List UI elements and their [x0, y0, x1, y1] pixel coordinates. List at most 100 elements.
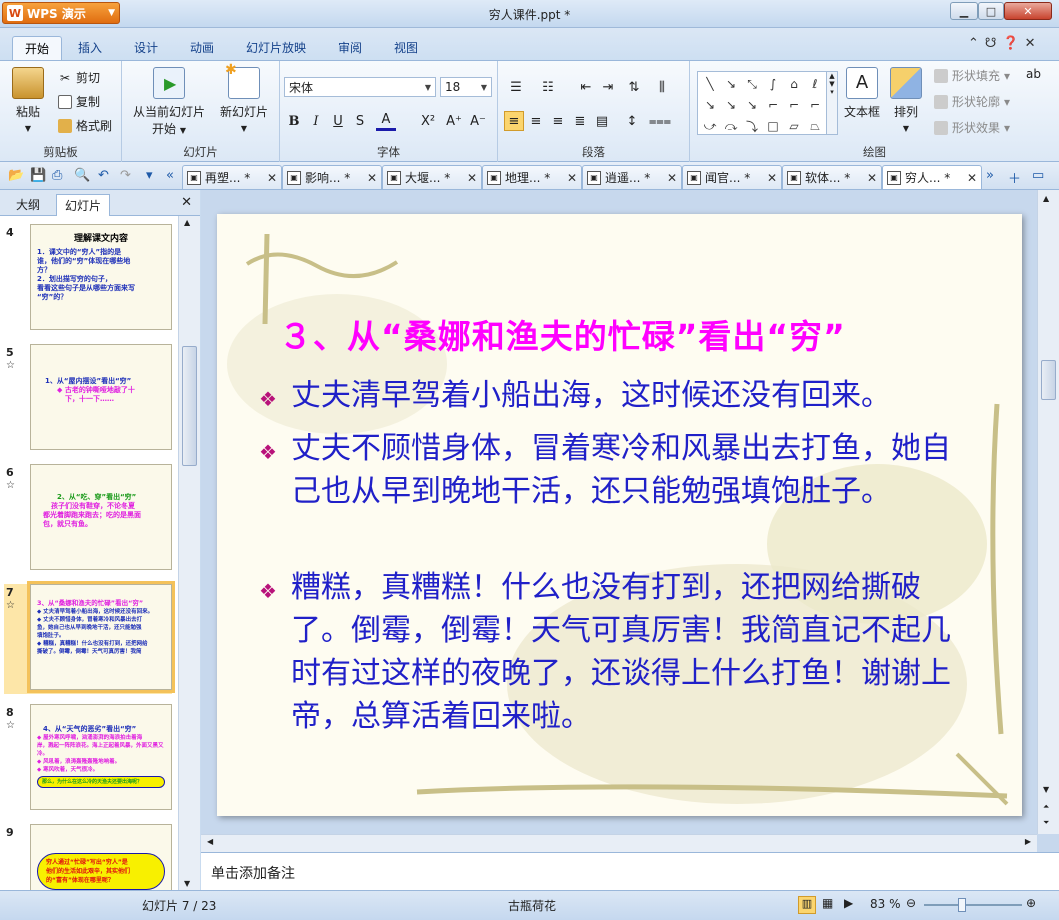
redo-icon[interactable]: ↷ [120, 168, 131, 183]
parallelogram-shape-icon[interactable]: ▱ [784, 116, 804, 136]
close-tab-icon[interactable]: ✕ [267, 171, 277, 185]
new-tab-icon[interactable]: ＋ [1008, 168, 1021, 187]
shrink-font-icon[interactable]: A⁻ [468, 111, 488, 131]
customize-toolbar-icon[interactable]: ▾ [146, 168, 153, 183]
scroll-left-icon[interactable]: ◀ [207, 837, 213, 846]
superscript-icon[interactable]: X² [418, 111, 438, 131]
shapes-gallery-scroll[interactable]: ▲ ▼ ▾ [826, 71, 838, 135]
vertical-scroll-thumb[interactable] [1041, 360, 1056, 400]
elbow-connector-icon[interactable]: ↘ [700, 95, 720, 115]
scroll-down-icon[interactable]: ▼ [184, 879, 190, 888]
close-tab-icon[interactable]: ✕ [367, 171, 377, 185]
slide-thumbnail[interactable]: 6 ☆ 2、从“吃、穿”看出“穷” 孩子们没有鞋穿，不论冬夏 都光着脚跑来跑去；吃… [4, 464, 172, 574]
open-folder-icon[interactable]: 📂 [8, 168, 24, 183]
wps-menu-button[interactable]: W WPS 演示 ▼ [2, 2, 120, 24]
grow-font-icon[interactable]: A⁺ [444, 111, 464, 131]
doc-tab[interactable]: ▣ 逍遥... * ✕ [582, 165, 682, 189]
next-slide-icon[interactable]: ⏷ [1043, 818, 1049, 828]
tab-list-icon[interactable]: ▭ [1032, 168, 1044, 183]
zoom-slider-handle[interactable] [958, 898, 966, 912]
bold-button[interactable]: B [284, 111, 304, 131]
curved-arrow-icon[interactable]: ⤼ [721, 116, 741, 136]
cut-button[interactable]: ✂ 剪切 [58, 69, 100, 86]
close-tab-icon[interactable]: ✕ [567, 171, 577, 185]
slide-thumbnail[interactable]: 4 理解课文内容 1．课文中的“穷人”指的是 谁，他们的“穷”体现在哪些地 方？… [4, 224, 172, 334]
thumbnail-scroll-thumb[interactable] [182, 346, 197, 466]
wordart-icon[interactable]: ab [1026, 67, 1041, 81]
previous-slide-icon[interactable]: ⏶ [1043, 802, 1049, 812]
font-color-icon[interactable]: A [376, 111, 396, 131]
doc-tab-active[interactable]: ▣ 穷人... * ✕ [882, 165, 982, 189]
doc-tab[interactable]: ▣ 大堰... * ✕ [382, 165, 482, 189]
slide-thumbnail-selected[interactable]: 7 ☆ 3、从“桑娜和渔夫的忙碌”看出“穷” ◆ 丈夫清早驾着小船出海，这时候还没… [4, 581, 175, 694]
close-pane-icon[interactable]: ✕ [181, 195, 192, 210]
tab-review[interactable]: 审阅 [326, 36, 374, 60]
close-tab-icon[interactable]: ✕ [467, 171, 477, 185]
shadow-button[interactable]: S [350, 111, 370, 131]
slide-thumbnail[interactable]: 9 穷人通过“忙碌”写出“穷人”是 他们的生活如此艰辛，其实他们 的“富有”体现… [4, 824, 172, 890]
tab-home[interactable]: 开始 [12, 36, 63, 60]
arrange-button[interactable]: 排列 ▼ [886, 67, 926, 134]
rectangle-shape-icon[interactable]: □ [763, 116, 783, 136]
minimize-button[interactable]: ▁ [950, 2, 978, 20]
print-icon[interactable]: ⎙ [52, 168, 62, 183]
font-name-select[interactable]: 宋体 ▼ [284, 77, 436, 97]
new-slide-button[interactable]: ✱ 新幻灯片 ▼ [214, 62, 274, 134]
play-from-current-button[interactable]: ▶ 从当前幻灯片 开始 ▼ [126, 67, 212, 137]
increase-indent-icon[interactable]: ⇥ [598, 77, 618, 97]
tab-view[interactable]: 视图 [382, 36, 430, 60]
zoom-out-icon[interactable]: ⊖ [906, 896, 916, 910]
tab-slides[interactable]: 幻灯片 [56, 194, 111, 216]
tabs-scroll-left-icon[interactable]: « [166, 168, 174, 183]
close-tab-icon[interactable]: ✕ [667, 171, 677, 185]
paste-button[interactable]: 粘贴 ▼ [6, 67, 50, 134]
tab-outline[interactable]: 大纲 [8, 194, 48, 215]
align-center-icon[interactable]: ≡ [526, 111, 546, 131]
close-tab-icon[interactable]: ✕ [867, 171, 877, 185]
skin-icon[interactable]: ☋ [985, 36, 997, 51]
numbering-icon[interactable]: ☷ [538, 77, 558, 97]
curve-shape-icon[interactable]: ∫ [763, 74, 783, 94]
scroll-up-icon[interactable]: ▲ [184, 218, 190, 227]
slide-horizontal-scrollbar[interactable]: ◀ ▶ [201, 834, 1037, 852]
doc-tab[interactable]: ▣ 闻官... * ✕ [682, 165, 782, 189]
slide-sorter-icon[interactable]: ▦ [822, 896, 833, 910]
connector-icon[interactable]: ↘ [742, 95, 762, 115]
font-size-select[interactable]: 18 ▼ [440, 77, 492, 97]
step-line-icon[interactable]: ⌐ [763, 95, 783, 115]
thumbnail-scrollbar[interactable]: ▲ ▼ [178, 216, 200, 890]
help-icon[interactable]: ❓ [1002, 36, 1018, 51]
doc-tab[interactable]: ▣ 地理... * ✕ [482, 165, 582, 189]
scroll-up-icon[interactable]: ▲ [1043, 194, 1049, 203]
ribbon-close-icon[interactable]: ✕ [1025, 36, 1036, 51]
zoom-in-icon[interactable]: ⊕ [1026, 896, 1036, 910]
elbow-arrow-icon[interactable]: ↘ [721, 95, 741, 115]
doc-tab[interactable]: ▣ 再塑... * ✕ [182, 165, 282, 189]
close-tab-icon[interactable]: ✕ [967, 171, 977, 185]
align-right-icon[interactable]: ≡ [548, 111, 568, 131]
notes-area[interactable]: 单击添加备注 [201, 852, 1059, 890]
format-painter-button[interactable]: 格式刷 [58, 117, 112, 134]
doc-tab[interactable]: ▣ 软体... * ✕ [782, 165, 882, 189]
italic-button[interactable]: I [306, 111, 326, 131]
maximize-button[interactable]: □ [978, 2, 1004, 20]
slideshow-view-icon[interactable]: ▶ [844, 896, 853, 910]
align-left-icon[interactable]: ≡ [504, 111, 524, 131]
doc-tab[interactable]: ▣ 影响... * ✕ [282, 165, 382, 189]
line-spacing-icon[interactable]: ↕ [622, 111, 642, 131]
textbox-button[interactable]: A 文本框 [840, 67, 884, 120]
double-arrow-shape-icon[interactable]: ⤡ [742, 74, 762, 94]
shape-outline-button[interactable]: 形状轮廓 ▾ [934, 93, 1010, 110]
normal-view-icon[interactable]: ▥ [798, 896, 816, 914]
tab-insert[interactable]: 插入 [66, 36, 114, 60]
tab-slideshow[interactable]: 幻灯片放映 [234, 36, 318, 60]
align-text-icon[interactable]: ⫼ [652, 77, 672, 97]
step-arrow-icon[interactable]: ⌐ [784, 95, 804, 115]
shape-effect-button[interactable]: 形状效果 ▾ [934, 119, 1010, 136]
slide-bullet[interactable]: ❖ 丈夫清早驾着小船出海，这时候还没有回来。 [259, 374, 999, 417]
slide-canvas[interactable]: ３、从“桑娜和渔夫的忙碌”看出“穷” ❖ 丈夫清早驾着小船出海，这时候还没有回来。… [217, 214, 1022, 816]
text-direction-icon[interactable]: ⇅ [624, 77, 644, 97]
freeform-shape-icon[interactable]: ⌂ [784, 74, 804, 94]
shape-fill-button[interactable]: 形状填充 ▾ [934, 67, 1010, 84]
print-preview-icon[interactable]: 🔍 [74, 168, 90, 183]
